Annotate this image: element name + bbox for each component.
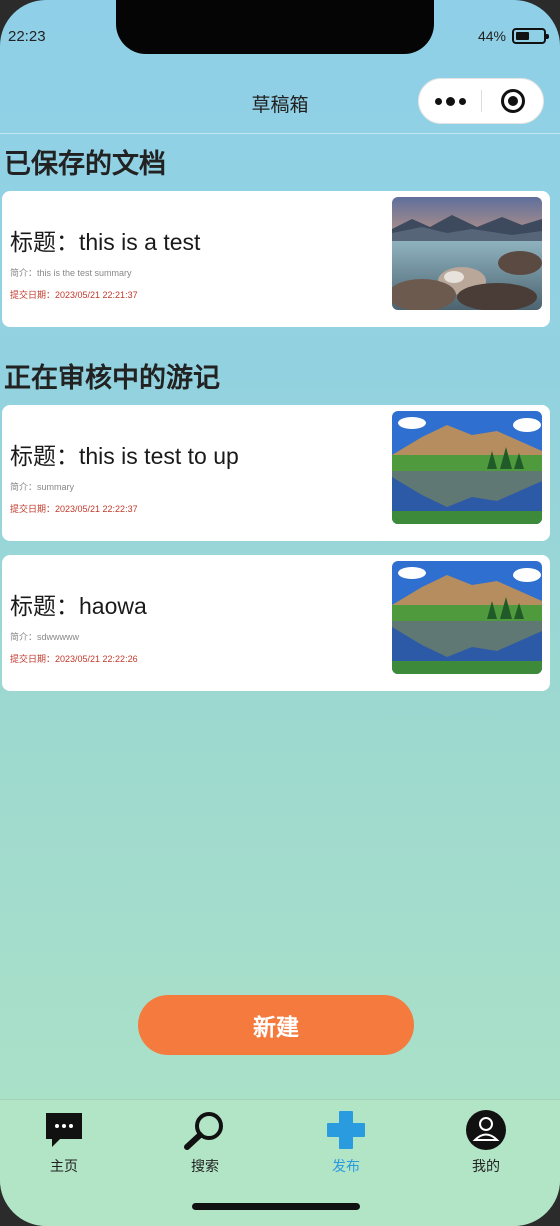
close-mini-program-icon[interactable]	[482, 89, 543, 113]
tab-label: 我的	[472, 1158, 500, 1174]
navigation-bar: 草稿箱	[0, 68, 560, 134]
card-title: 标题：this is a test	[10, 229, 201, 255]
review-doc-card[interactable]: 标题：this is test to up 简介：summary 提交日期：20…	[2, 405, 550, 541]
lake-sunset-thumbnail	[392, 197, 542, 310]
phone-screen: 22:23 44% 草稿箱 已保存的文档 标题：this is a test 简…	[0, 0, 560, 1226]
review-doc-card[interactable]: 标题：haowa 简介：sdwwwww 提交日期：2023/05/21 22:2…	[2, 555, 550, 691]
review-heading: 正在审核中的游记	[4, 363, 220, 393]
notch	[116, 0, 434, 54]
tab-label: 主页	[50, 1158, 78, 1174]
card-title: 标题：haowa	[10, 593, 147, 619]
card-summary: 简介：summary	[10, 482, 75, 492]
battery-icon	[512, 28, 549, 44]
more-menu-icon[interactable]	[419, 96, 481, 106]
home-indicator	[192, 1203, 360, 1210]
mountain-lake-thumbnail	[392, 561, 542, 674]
tab-label: 发布	[332, 1158, 360, 1174]
card-summary: 简介：sdwwwww	[10, 632, 80, 642]
new-draft-button[interactable]: 新建	[138, 995, 414, 1055]
card-date: 提交日期：2023/05/21 22:22:37	[10, 504, 138, 514]
tab-profile[interactable]: 我的	[436, 1110, 536, 1176]
card-title: 标题：this is test to up	[10, 443, 239, 469]
tab-label: 搜索	[191, 1158, 219, 1174]
user-avatar-icon	[465, 1110, 507, 1150]
status-battery: 44%	[477, 28, 549, 44]
tab-search[interactable]: 搜索	[155, 1110, 255, 1176]
tab-publish[interactable]: 发布	[296, 1110, 396, 1176]
chat-bubble-icon	[44, 1110, 84, 1150]
card-date: 提交日期：2023/05/21 22:22:26	[10, 654, 138, 664]
tab-home[interactable]: 主页	[14, 1110, 114, 1176]
card-date: 提交日期：2023/05/21 22:21:37	[10, 290, 138, 300]
saved-docs-heading: 已保存的文档	[4, 149, 166, 179]
card-summary: 简介：this is the test summary	[10, 268, 132, 278]
status-time: 22:23	[8, 28, 46, 45]
mountain-lake-thumbnail	[392, 411, 542, 524]
plus-icon	[326, 1110, 366, 1150]
mini-program-capsule	[418, 78, 544, 124]
saved-doc-card[interactable]: 标题：this is a test 简介：this is the test su…	[2, 191, 550, 327]
battery-percent: 44%	[477, 28, 506, 44]
search-icon	[183, 1110, 227, 1150]
